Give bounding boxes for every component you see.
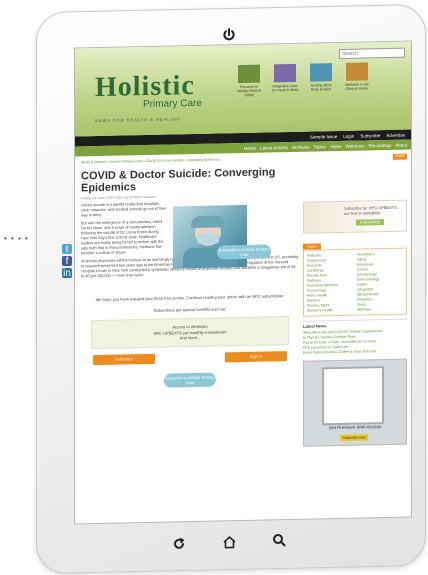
latest-news-item[interactable]: Every Patient Hunters, Coffee & Grain Ex… [303,349,407,355]
latest-news: Latest News What We Know about COVID Vit… [303,318,407,355]
photo-surgical-cap [191,215,225,229]
feature-caption: Integrative Care for Heart & Mind [272,83,298,93]
topic-link[interactable]: Women's Health [307,308,353,313]
paywall-buttons: Subscribe Sign In [93,350,287,365]
nav-subscribe[interactable]: Subscribe [360,133,380,138]
premium-text: Get Premium Web Access [328,424,382,431]
upbeats-card: Subscribe for HPC UPBEATS, our free e-ne… [303,199,407,234]
nav-latest[interactable]: Latest Articles [260,145,288,151]
nav-webinars[interactable]: Webinars [346,143,365,148]
browser-screen: Search Holistic Primary Care NEWS FOR HE… [74,40,412,525]
subscribe-cta-button[interactable]: Subscribe to Holistic Primary Care [164,372,216,388]
home-icon[interactable] [219,532,239,552]
nav-login[interactable]: Login [343,133,354,138]
facebook-icon[interactable]: f [62,256,72,267]
page-content: News & Opinion › Holistic Primary Care ›… [75,149,411,447]
paywall-intro: We hope you have enjoyed your three free… [95,293,285,303]
side-dots: • • • • [4,234,29,243]
header-subscribe-pill[interactable]: Subscribe to Holistic Primary Care [217,244,271,260]
feature-thumb[interactable]: Integrative Care for Heart & Mind [271,63,299,97]
breadcrumb[interactable]: News & Opinion › Holistic Primary Care ›… [81,157,251,164]
upbeats-subscribe-button[interactable]: SUBSCRIBE NOW [356,219,384,230]
paywall: We hope you have enjoyed your three free… [81,287,299,395]
site-tagline: NEWS FOR HEALTH & HEALING [95,116,181,124]
nav-sample-issue[interactable]: Sample Issue [310,134,337,140]
premium-device-image [322,366,384,426]
latest-news-title: Latest News [303,323,327,329]
article-paragraph: Doctor suicide is a painful reality that… [81,201,167,218]
linkedin-icon[interactable]: in [62,268,72,279]
paywall-benefits-title: Subscribers get special benefits such as… [153,305,227,313]
nav-advertise[interactable]: Advertise [386,132,405,137]
article-title: COVID & Doctor Suicide: Converging Epide… [81,166,276,195]
paywall-benefits: Access to Webinars HPC UPBEATS our month… [91,316,289,349]
feature-caption: Focused on Healthy Brain & Aging [236,84,262,97]
feature-thumb[interactable]: Focused on Healthy Brain & Aging [235,64,263,98]
sidebar: Share Subscribe for HPC UPBEATS, our fre… [303,153,407,447]
premium-subscribe-button[interactable]: Subscribe now [340,434,368,441]
nav-archives[interactable]: Archives [292,144,309,149]
subscribe-button[interactable]: Subscribe [93,353,155,365]
feature-caption: Tending Mind, Body & Spirit [310,83,332,92]
search-icon[interactable] [269,530,289,550]
article-paragraph: But with the emergence of a documentary … [81,219,164,256]
feature-thumb[interactable]: Wellness in the Clinic & Home [343,62,371,95]
nav-about[interactable]: About [395,142,407,147]
site-header: Search Holistic Primary Care NEWS FOR HE… [75,41,411,137]
upbeats-text: Subscribe for HPC UPBEATS, our free e-ne… [344,204,398,216]
power-icon[interactable] [219,25,239,45]
twitter-icon[interactable]: t [62,244,72,255]
refresh-icon[interactable] [169,534,189,554]
nav-recordings[interactable]: Recordings [368,142,391,147]
nav-home[interactable]: Home [244,145,256,150]
nav-topics[interactable]: Topics [313,144,326,149]
logo-subtitle: Primary Care [143,97,202,111]
feature-caption: Wellness in the Clinic & Home [345,82,369,91]
search-input[interactable]: Search [339,47,405,59]
article-column: News & Opinion › Holistic Primary Care ›… [81,156,299,395]
feature-thumbnails: Focused on Healthy Brain & Aging Integra… [235,62,371,97]
sign-in-button[interactable]: Sign In [225,350,287,362]
premium-access-ad[interactable]: Get Premium Web Access Subscribe now [303,358,407,447]
topics-list: Addiction Alzheimer's Acupuncture Aging … [303,247,407,317]
share-tab[interactable]: Share [393,153,407,160]
feature-thumb[interactable]: Tending Mind, Body & Spirit [307,63,335,96]
nav-video[interactable]: Video [330,143,341,148]
topic-link[interactable]: Wellness [357,307,403,311]
photo-mask [197,233,219,244]
